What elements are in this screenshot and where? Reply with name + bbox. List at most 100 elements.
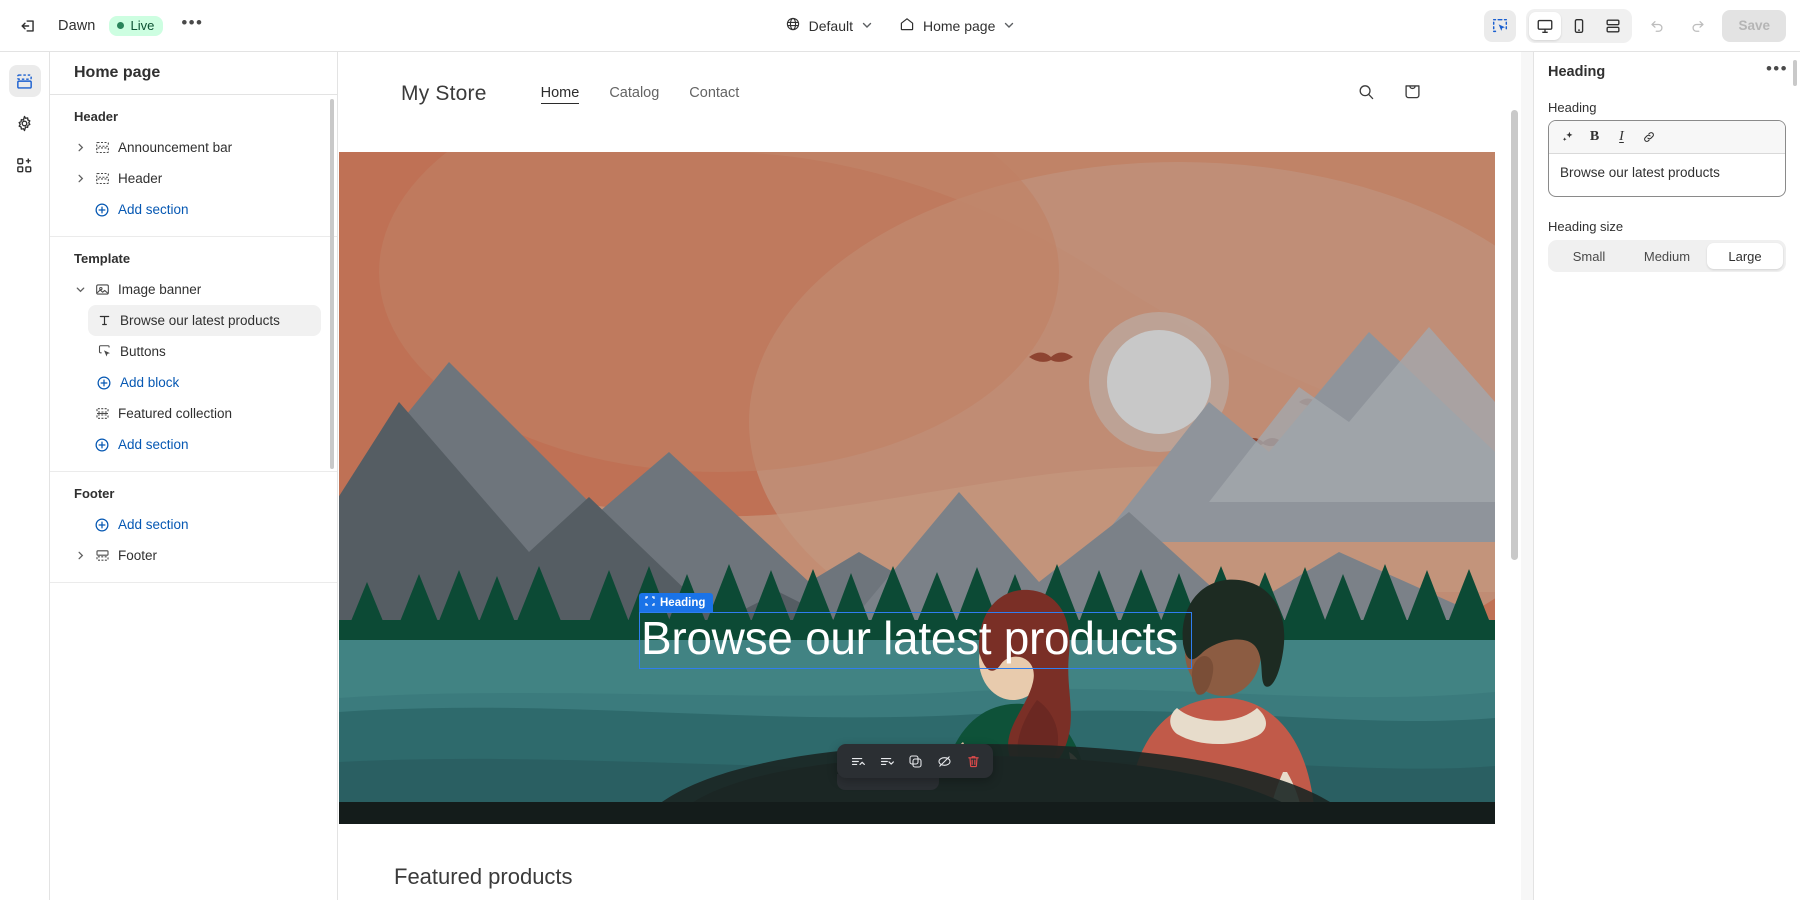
rail-item-apps[interactable]	[9, 149, 41, 181]
nav-link-home[interactable]: Home	[540, 85, 580, 104]
sidebar-item-label: Add section	[118, 437, 189, 452]
chevron-down-icon	[861, 18, 873, 34]
undo-icon[interactable]	[1642, 11, 1672, 41]
page-title: Home page	[50, 52, 337, 95]
heading-size-small[interactable]: Small	[1551, 243, 1627, 269]
bold-icon[interactable]: B	[1582, 125, 1607, 150]
add-section-button-footer[interactable]: Add section	[66, 509, 321, 540]
sidebar-group-template: Template Image banner Browse our latest …	[50, 237, 337, 472]
home-icon	[899, 16, 915, 35]
add-section-button-header[interactable]: Add section	[66, 194, 321, 225]
sidebar-scrollbar[interactable]	[330, 99, 334, 470]
heading-rich-text-editor: B I Browse our latest products	[1548, 120, 1786, 197]
save-button[interactable]: Save	[1722, 9, 1786, 42]
settings-panel-scrollbar[interactable]	[1793, 60, 1797, 86]
button-icon	[92, 344, 116, 359]
sidebar: Home page Header Announcement bar Header…	[50, 52, 338, 900]
block-floating-toolbar	[837, 744, 993, 778]
delete-icon[interactable]	[960, 748, 986, 774]
page-value: Home page	[922, 17, 996, 34]
page-selector[interactable]: Home page	[890, 10, 1024, 42]
shopping-bag-icon[interactable]	[1402, 81, 1423, 107]
featured-collection-title: Featured products	[394, 864, 573, 889]
heading-input[interactable]: Browse our latest products	[1549, 154, 1785, 196]
add-block-button[interactable]: Add block	[88, 367, 321, 398]
store-logo[interactable]: My Store	[401, 82, 487, 106]
live-label: Live	[130, 17, 155, 33]
live-dot-icon	[117, 21, 125, 29]
group-label: Header	[74, 109, 119, 124]
locale-value: Default	[808, 17, 853, 34]
group-label: Template	[74, 251, 131, 266]
sidebar-item-featured-collection[interactable]: Featured collection	[66, 398, 321, 429]
sidebar-item-announcement-bar[interactable]: Announcement bar	[66, 132, 321, 163]
exit-icon[interactable]	[14, 11, 44, 41]
sidebar-item-header[interactable]: Header	[66, 163, 321, 194]
duplicate-icon[interactable]	[902, 748, 928, 774]
collection-icon	[90, 406, 114, 421]
icon-rail	[0, 52, 50, 900]
redo-icon[interactable]	[1682, 11, 1712, 41]
theme-more-button[interactable]: •••	[177, 11, 207, 41]
sidebar-item-label: Footer	[118, 548, 158, 563]
ai-sparkle-icon[interactable]	[1555, 125, 1580, 150]
chevron-right-icon[interactable]	[70, 142, 90, 153]
settings-panel-title: Heading	[1548, 64, 1606, 80]
move-up-icon[interactable]	[844, 748, 870, 774]
image-icon	[90, 282, 114, 297]
sidebar-item-label: Image banner	[118, 282, 202, 297]
banner-illustration	[339, 152, 1495, 824]
chevron-right-icon[interactable]	[70, 173, 90, 184]
device-toggle-group	[1526, 8, 1633, 43]
sidebar-item-label: Browse our latest products	[120, 313, 280, 328]
heading-size-medium[interactable]: Medium	[1629, 243, 1705, 269]
heading-field-label: Heading	[1548, 100, 1597, 115]
cursor-select-icon[interactable]	[1484, 9, 1517, 42]
search-icon[interactable]	[1356, 82, 1376, 107]
device-mobile-button[interactable]	[1563, 12, 1595, 40]
sidebar-group-footer: Footer Add section Footer	[50, 472, 337, 583]
featured-collection-section[interactable]: Featured products	[339, 824, 1495, 900]
sidebar-item-image-banner[interactable]: Image banner	[66, 274, 321, 305]
sidebar-group-header: Header Announcement bar Header Add secti…	[50, 95, 337, 237]
globe-icon	[785, 16, 801, 35]
group-label: Footer	[74, 486, 115, 501]
store-nav: Home Catalog Contact	[540, 85, 739, 104]
chevron-down-icon	[1003, 18, 1015, 34]
heading-size-large[interactable]: Large	[1707, 243, 1783, 269]
chevron-right-icon[interactable]	[70, 550, 90, 561]
heading-size-segmented-control: Small Medium Large	[1548, 240, 1786, 272]
sidebar-item-label: Add section	[118, 517, 189, 532]
sidebar-item-label: Featured collection	[118, 406, 233, 421]
status-badge: Live	[109, 15, 164, 36]
chevron-down-icon[interactable]	[70, 284, 90, 295]
add-section-button-template[interactable]: Add section	[66, 429, 321, 460]
sidebar-item-footer[interactable]: Footer	[66, 540, 321, 571]
rail-item-settings[interactable]	[9, 107, 41, 139]
image-banner-section[interactable]	[339, 152, 1495, 824]
device-fullscreen-button[interactable]	[1597, 12, 1629, 40]
locale-selector[interactable]: Default	[776, 10, 882, 42]
nav-link-catalog[interactable]: Catalog	[609, 85, 659, 104]
preview-scrollbar[interactable]	[1511, 110, 1518, 560]
link-icon[interactable]	[1636, 125, 1661, 150]
plus-circle-icon	[90, 517, 114, 533]
sidebar-scroll-area: Header Announcement bar Header Add secti…	[50, 95, 337, 900]
top-bar-right: Save	[1484, 0, 1786, 52]
move-down-icon[interactable]	[873, 748, 899, 774]
hide-icon[interactable]	[931, 748, 957, 774]
nav-link-contact[interactable]: Contact	[689, 85, 739, 104]
store-header: My Store Home Catalog Contact	[339, 58, 1495, 130]
top-bar: Dawn Live ••• Default Home page Save	[0, 0, 1800, 52]
sidebar-item-heading-block[interactable]: Browse our latest products	[88, 305, 321, 336]
settings-panel-header: Heading •••	[1534, 52, 1800, 92]
italic-icon[interactable]: I	[1609, 125, 1634, 150]
device-desktop-button[interactable]	[1529, 11, 1562, 40]
settings-more-button[interactable]: •••	[1766, 60, 1788, 84]
plus-circle-icon	[90, 202, 114, 218]
store-preview: My Store Home Catalog Contact Heading Br…	[339, 52, 1521, 900]
theme-name: Dawn	[58, 17, 96, 34]
sidebar-item-buttons-block[interactable]: Buttons	[88, 336, 321, 367]
rail-item-sections[interactable]	[8, 65, 41, 97]
banner-heading-text[interactable]: Browse our latest products	[641, 608, 1201, 668]
